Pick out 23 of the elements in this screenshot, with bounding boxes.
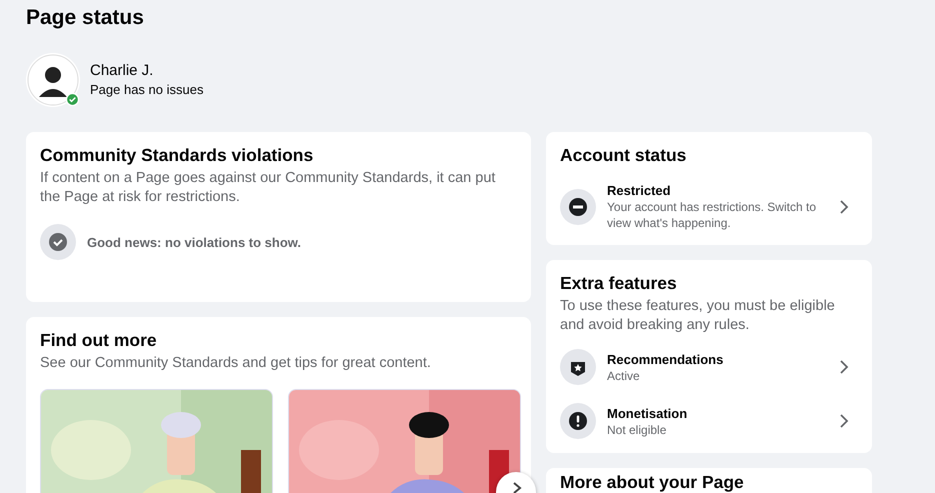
star-badge-icon bbox=[560, 349, 596, 385]
item-title: Restricted bbox=[607, 182, 672, 199]
card-title: More about your Page bbox=[560, 473, 745, 491]
page-title: Page status bbox=[26, 5, 145, 31]
page-name: Charlie J. bbox=[90, 61, 154, 81]
check-circle-icon bbox=[40, 224, 76, 260]
item-title: Monetisation bbox=[607, 404, 688, 422]
card-title: Community Standards violations bbox=[40, 144, 314, 166]
card-description: See our Community Standards and get tips for great content. bbox=[40, 354, 432, 373]
card-title: Extra features bbox=[560, 272, 678, 294]
notice-text: Good news: no violations to show. bbox=[87, 234, 302, 250]
page-status-text: Page has no issues bbox=[90, 81, 204, 99]
no-entry-icon bbox=[560, 188, 596, 224]
avatar-icon bbox=[26, 53, 80, 107]
card-title: Account status bbox=[560, 144, 688, 166]
item-subtitle: Your account has restrictions. Switch to view what's happening. bbox=[607, 199, 817, 231]
card-description: To use these features, you must be eligible and avoid breaking any rules. bbox=[560, 297, 836, 335]
item-subtitle: Active bbox=[607, 368, 641, 384]
item-title: Recommendations bbox=[607, 350, 724, 368]
exclamation-icon bbox=[560, 403, 596, 439]
card-title: Find out more bbox=[40, 329, 158, 351]
card-description: If content on a Page goes against our Community Standards, it can put the Page at risk for restrictions. bbox=[40, 169, 496, 207]
item-subtitle: Not eligible bbox=[607, 422, 668, 438]
